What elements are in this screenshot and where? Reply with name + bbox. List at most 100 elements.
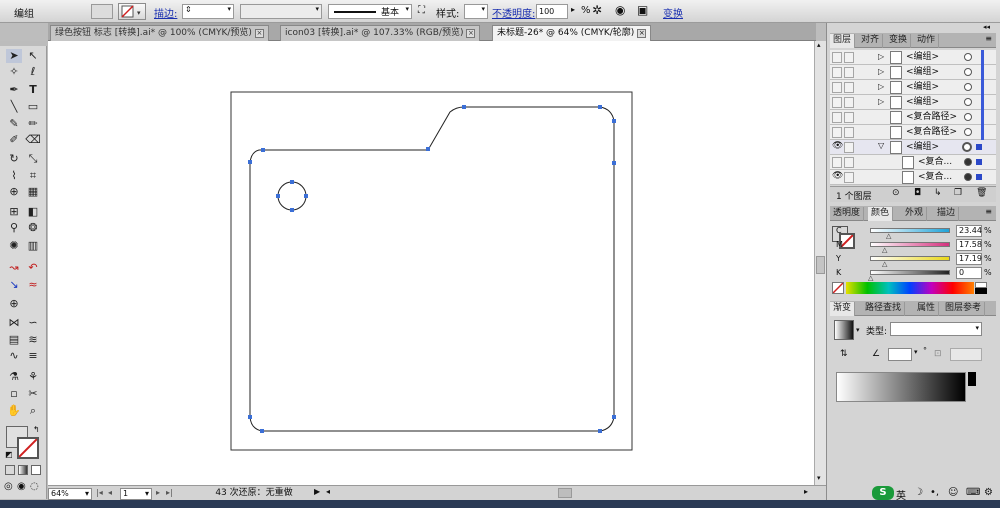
tab-attributes[interactable]: 属性	[914, 302, 940, 316]
recolor-artwork-icon[interactable]: ✲	[592, 3, 602, 17]
anchor-point[interactable]	[260, 429, 264, 433]
tab-layer-reference[interactable]: 图层参考	[942, 302, 986, 316]
page-field[interactable]: 1 ▾	[120, 488, 152, 500]
artwork[interactable]	[48, 41, 814, 485]
artboard-tool-icon[interactable]: ⋈	[6, 316, 22, 330]
panel-menu-icon[interactable]: ≡	[985, 34, 992, 43]
scale-tool-icon[interactable]: ⤡	[25, 152, 41, 166]
line-tool-icon[interactable]: ╲	[6, 100, 22, 114]
warp-tool-icon[interactable]: ⌇	[6, 169, 22, 183]
target-icon[interactable]	[964, 113, 972, 121]
anchor-point[interactable]	[598, 429, 602, 433]
type-tool-icon[interactable]: T	[25, 83, 41, 97]
visibility-toggle[interactable]	[832, 127, 842, 138]
eye-icon[interactable]: 👁	[832, 141, 843, 151]
value-y[interactable]: 17.19	[956, 253, 982, 265]
lock-toggle[interactable]	[844, 142, 854, 153]
tab-align[interactable]: 对齐	[858, 34, 884, 48]
lock-toggle[interactable]	[844, 52, 854, 63]
visibility-toggle[interactable]	[832, 157, 842, 168]
value-c[interactable]: 23.44	[956, 225, 982, 237]
anchor-point[interactable]	[612, 119, 616, 123]
direct-selection-tool-icon[interactable]: ↖	[25, 49, 41, 63]
layer-row-selected[interactable]: 👁 ▽ <编组>	[830, 140, 996, 155]
scroll-left-icon[interactable]: ◂	[326, 487, 330, 496]
selected-square-icon[interactable]	[976, 144, 982, 150]
knife-tool-icon[interactable]: ✂	[25, 387, 41, 401]
path-eraser-tool-icon[interactable]: ≈	[25, 278, 41, 292]
tab-layers[interactable]: 图层	[830, 34, 856, 48]
chevron-down-icon[interactable]: ▾	[914, 348, 918, 356]
scroll-right-icon[interactable]: ▸	[804, 487, 808, 496]
transform-link[interactable]: 变换	[663, 5, 683, 20]
tab-transparency[interactable]: 透明度	[830, 207, 865, 221]
status-menu-icon[interactable]: ▶	[314, 487, 320, 496]
opacity-link[interactable]: 不透明度:	[492, 5, 535, 20]
tab-appearance[interactable]: 外观	[902, 207, 928, 221]
visibility-toggle[interactable]	[832, 97, 842, 108]
target-icon[interactable]	[964, 53, 972, 61]
live-paint-tool-icon[interactable]: ⚗	[6, 370, 22, 384]
lock-toggle[interactable]	[844, 67, 854, 78]
chart-tool-icon[interactable]: ▤	[6, 333, 22, 347]
slider-thumb[interactable]: △	[868, 274, 873, 282]
wave-tool-icon[interactable]: ∿	[6, 349, 22, 363]
blend-tool-icon[interactable]: ❂	[25, 221, 41, 235]
collapse-panels-icon[interactable]: ◂◂	[983, 23, 990, 31]
smooth-tool-icon[interactable]: ↘	[6, 278, 22, 292]
visibility-toggle[interactable]	[832, 67, 842, 78]
opacity-arrow-icon[interactable]: ▸	[571, 5, 575, 14]
color-mode-button[interactable]	[5, 465, 15, 475]
vertical-scrollbar[interactable]: ▴ ▾	[814, 41, 826, 485]
selected-square-icon[interactable]	[976, 174, 982, 180]
scroll-down-icon[interactable]: ▾	[817, 474, 821, 482]
selection-tool-icon[interactable]: ➤	[6, 49, 22, 63]
target-icon[interactable]	[964, 98, 972, 106]
scroll-thumb[interactable]	[816, 256, 825, 274]
anchor-point[interactable]	[462, 105, 466, 109]
target-icon[interactable]	[964, 68, 972, 76]
layer-row[interactable]: 👁 <复合...	[830, 170, 996, 185]
tab-gradient[interactable]: 渐变	[830, 302, 856, 316]
stroke-color-box[interactable]	[17, 437, 39, 459]
default-colors-icon[interactable]: ◩	[5, 450, 13, 459]
pen-tool-icon[interactable]: ✒	[6, 83, 22, 97]
black-swatch[interactable]	[975, 288, 987, 294]
expand-arrow-icon[interactable]: ▷	[878, 52, 884, 61]
document-canvas[interactable]	[48, 41, 814, 485]
none-swatch[interactable]	[832, 282, 844, 294]
first-page-icon[interactable]: |◂	[96, 488, 103, 497]
opacity-input[interactable]: 100	[536, 4, 568, 19]
slider-c[interactable]	[870, 228, 950, 233]
tools-panel-grip[interactable]	[0, 41, 47, 46]
selected-square-icon[interactable]	[976, 159, 982, 165]
ime-emoji-icon[interactable]: ☺	[948, 487, 958, 498]
ime-punctuation-icon[interactable]: •,	[930, 487, 939, 498]
new-sublayer-icon[interactable]: ↳	[934, 188, 942, 198]
next-page-icon[interactable]: ▸	[156, 488, 160, 497]
layer-row[interactable]: <复合路径>	[830, 110, 996, 125]
gradient-stop[interactable]	[968, 372, 976, 386]
slider-thumb[interactable]: △	[886, 232, 891, 240]
tab-pathfinder[interactable]: 路径查找	[862, 302, 906, 316]
list-tool-icon[interactable]: ≡	[25, 349, 41, 363]
anchor-point[interactable]	[290, 180, 294, 184]
none-mode-button[interactable]	[31, 465, 41, 475]
variable-width-field[interactable]: ▾	[240, 4, 322, 19]
ime-language-icon[interactable]: 英	[896, 487, 906, 502]
scroll-up-icon[interactable]: ▴	[817, 41, 821, 49]
visibility-toggle[interactable]	[832, 82, 842, 93]
panel-menu-icon[interactable]: ≡	[985, 207, 992, 216]
target-icon[interactable]	[964, 158, 972, 166]
blob-brush-tool-icon[interactable]: ✐	[6, 133, 22, 147]
symbol-sprayer-tool-icon[interactable]: ✺	[6, 239, 22, 253]
close-icon[interactable]: ×	[254, 29, 264, 38]
reverse-gradient-icon[interactable]: ⇅	[840, 349, 848, 359]
aspect-ratio-icon[interactable]: ⊡	[934, 349, 942, 359]
perspective-grid-tool-icon[interactable]: ▦	[25, 185, 41, 199]
close-icon[interactable]: ×	[466, 29, 476, 38]
trash-icon[interactable]: 🗑	[976, 188, 987, 198]
stroke-swatch[interactable]: ▾	[118, 3, 146, 20]
value-k[interactable]: 0	[956, 267, 982, 279]
paintbrush-tool-icon[interactable]: ✎	[6, 117, 22, 131]
